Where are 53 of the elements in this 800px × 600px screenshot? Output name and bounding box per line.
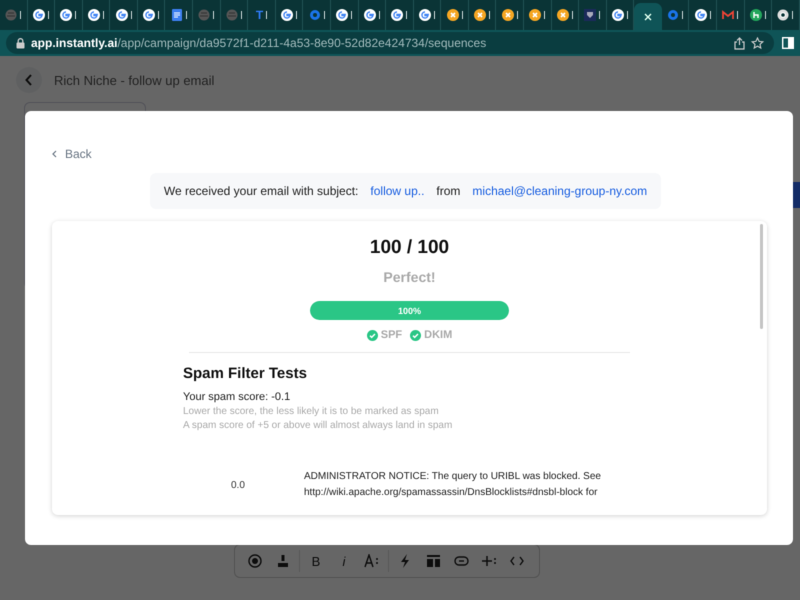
google-favicon-icon (116, 9, 128, 21)
auth-check: SPF (366, 329, 402, 341)
google-favicon-icon (364, 9, 376, 21)
google-favicon-icon (143, 9, 156, 21)
lock-icon (16, 38, 25, 48)
google-favicon-icon (612, 9, 624, 21)
x-badge-icon (446, 9, 459, 21)
back-button[interactable] (16, 67, 42, 93)
document-icon (170, 9, 183, 21)
google-favicon-icon (694, 9, 707, 21)
back-link[interactable]: Back (52, 147, 92, 161)
sender-link[interactable]: michael@cleaning-group-ny.com (472, 184, 648, 198)
share-icon[interactable] (734, 36, 745, 50)
auth-check: DKIM (410, 329, 452, 341)
browser-tab[interactable] (634, 3, 662, 30)
spam-score-text: Your spam score: -0.1 (183, 391, 292, 403)
table-cell-text: 0.0 (230, 480, 246, 490)
banner-text: We received your email with subject: (164, 184, 358, 198)
google-favicon-icon (32, 9, 45, 21)
scrollbar-thumb[interactable] (760, 224, 763, 329)
x-badge-icon (556, 9, 569, 21)
page-title: Rich Niche - follow up email (54, 72, 214, 88)
chevron-left-icon (25, 74, 33, 86)
x-badge-icon (502, 9, 514, 21)
address-bar[interactable]: app.instantly.ai/app/campaign/da9572f1-d211-4a53-8e90-52d82e424734/sequences (6, 32, 774, 54)
hint-text: A spam score of +5 or above will almost always land in spam (183, 420, 454, 431)
verdict-text: Perfect! (383, 269, 436, 285)
check-circle-icon (410, 330, 422, 340)
star-icon[interactable] (751, 36, 764, 50)
mail-icon (722, 9, 734, 21)
x-badge-icon (474, 9, 486, 21)
progress-label: 100% (396, 304, 422, 318)
hint-text: Lower the score, the less likely it is to be marked as spam (183, 406, 440, 417)
letter-favicon: T (256, 8, 264, 22)
google-favicon-icon (391, 9, 404, 21)
side-panel-icon[interactable] (782, 37, 794, 49)
google-favicon-icon (418, 9, 431, 21)
crest-icon (584, 9, 596, 21)
google-favicon-icon (60, 9, 72, 21)
chevron-left-icon (52, 150, 57, 158)
banner-text: from (436, 184, 460, 198)
bold-button[interactable]: B (304, 548, 328, 574)
close-icon[interactable] (644, 12, 652, 20)
check-circle-icon (366, 330, 378, 340)
x-badge-icon (529, 9, 542, 21)
section-title: Spam Filter Tests (183, 365, 308, 382)
table-cell-text: ADMINISTRATOR NOTICE: The query to URIBL was blocked. See http://wiki.apache.org/spamassassin/DnsBlocklists#dnsbl-block for (304, 470, 602, 500)
italic-button[interactable]: i (332, 548, 356, 574)
subject-link[interactable]: follow up.. (370, 184, 424, 198)
google-favicon-icon (281, 9, 294, 21)
google-favicon-icon (88, 9, 100, 21)
google-favicon-icon (336, 9, 348, 21)
score-text: 100 / 100 (370, 237, 450, 259)
